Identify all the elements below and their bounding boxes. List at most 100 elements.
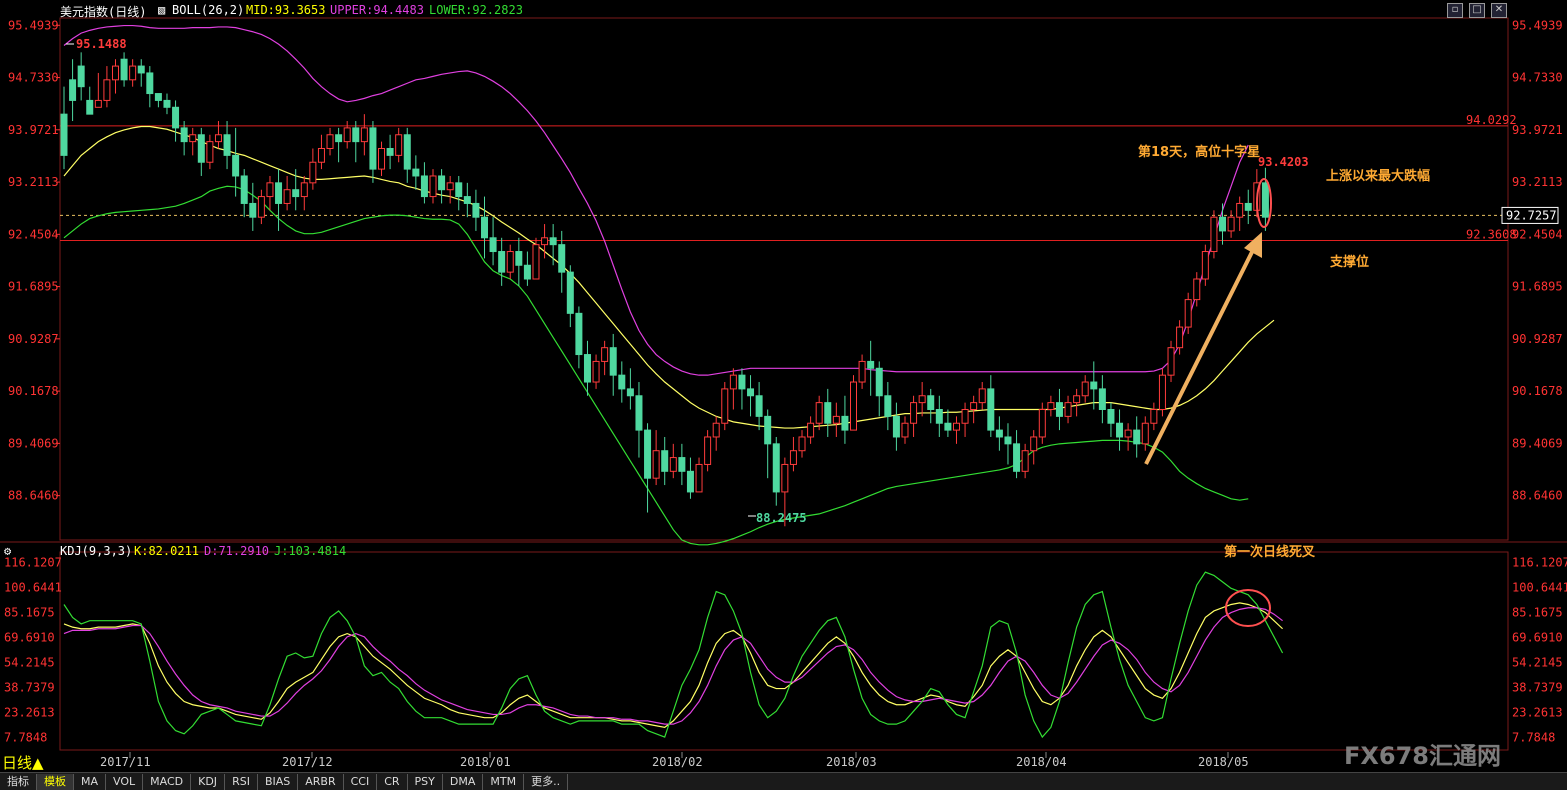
candle-body: [129, 65, 137, 81]
candle-body: [489, 237, 497, 253]
candle-body: [360, 127, 368, 143]
current-price-value: 92.7257: [1506, 208, 1557, 222]
y-tick-right-5: 91.6895: [1512, 280, 1563, 294]
candle-body: [154, 93, 162, 101]
kdj-d-value: D:71.2910: [204, 544, 270, 558]
tab-6[interactable]: RSI: [225, 773, 258, 790]
candle-body: [309, 161, 317, 184]
kdj-tick-left-1: 100.6441: [4, 580, 62, 594]
kdj-tick-left-2: 85.1675: [4, 605, 55, 619]
candle-body: [523, 264, 531, 280]
y-tick-right-3: 93.2113: [1512, 175, 1563, 189]
kdj-tick-left-6: 23.2613: [4, 705, 55, 719]
recent-high-label: 93.4203: [1258, 155, 1309, 169]
candle-body: [317, 148, 325, 163]
death-cross-note: 第一次日线死叉: [1224, 544, 1316, 560]
kdj-line-j: [63, 571, 1284, 739]
tab-1[interactable]: 模板: [37, 773, 74, 790]
candle-body: [343, 127, 351, 143]
candle-body: [635, 395, 643, 431]
candle-body: [952, 422, 960, 431]
candle-body: [987, 388, 995, 431]
price-and-kdj-chart[interactable]: 95.4939 95.4939 94.7330 94.7330 93.9721 93.97…: [0, 0, 1567, 789]
kdj-tick-right-0: 116.1207: [1512, 555, 1567, 569]
candle-body: [961, 409, 969, 424]
period-selector[interactable]: 日线▲: [2, 752, 44, 773]
y-tick-left-5: 91.6895: [8, 280, 59, 294]
tab-11[interactable]: PSY: [408, 773, 443, 790]
tab-2[interactable]: MA: [74, 773, 107, 790]
indicator-tabs: 指标 模板 MA VOL MACD KDJ RSI BIAS ARBR CCI CR PSY DMA MT…: [0, 772, 1567, 790]
tab-13[interactable]: MTM: [483, 773, 525, 790]
candle-body: [480, 216, 488, 239]
candle-body: [498, 251, 506, 273]
high-label: 95.1488: [76, 37, 127, 51]
candle-body: [455, 182, 463, 198]
x-tick-0: 2017/11: [100, 755, 151, 769]
candle-body: [1047, 402, 1055, 411]
candle-body: [146, 72, 154, 95]
candle-body: [206, 141, 214, 163]
hline-label-0: 94.0292: [1466, 113, 1517, 127]
candle-body: [901, 422, 909, 438]
tab-12[interactable]: DMA: [443, 773, 484, 790]
candle-body: [1184, 299, 1192, 328]
candle-body: [378, 148, 386, 170]
candle-body: [249, 202, 257, 218]
kdj-label: KDJ(9,3,3): [60, 544, 133, 558]
x-tick-2: 2018/01: [460, 755, 511, 769]
candle-body: [352, 127, 360, 143]
kdj-tick-left-3: 69.6910: [4, 630, 55, 644]
candle-body: [575, 312, 583, 356]
kdj-pane-frame: [59, 551, 1509, 751]
candle-body: [446, 182, 454, 191]
kdj-tick-right-6: 23.2613: [1512, 705, 1563, 719]
y-tick-right-0: 95.4939: [1512, 18, 1563, 32]
candle-body: [1261, 182, 1269, 218]
candle-body: [1055, 402, 1063, 417]
boll-lower-value: LOWER:92.2823: [429, 3, 523, 17]
candle-body: [163, 99, 171, 108]
candle-body: [69, 79, 77, 101]
tab-10[interactable]: CR: [377, 773, 408, 790]
candle-body: [257, 196, 265, 218]
tab-0[interactable]: 指标: [0, 773, 37, 790]
boll-mid-value: MID:93.3653: [246, 3, 326, 17]
tab-3[interactable]: VOL: [106, 773, 144, 790]
y-tick-right-1: 94.7330: [1512, 71, 1563, 85]
candle-body: [1193, 278, 1201, 301]
kdj-settings-icon[interactable]: ⚙: [4, 544, 11, 558]
y-tick-right-9: 88.6460: [1512, 489, 1563, 503]
tab-4[interactable]: MACD: [143, 773, 192, 790]
candle-body: [764, 415, 772, 445]
candle-body: [781, 463, 789, 493]
kdj-tick-right-4: 54.2145: [1512, 655, 1563, 669]
tab-9[interactable]: CCI: [344, 773, 378, 790]
restore-window-icon[interactable]: ▫: [1447, 3, 1463, 18]
kdj-k-value: K:82.0211: [134, 544, 200, 558]
tab-5[interactable]: KDJ: [191, 773, 226, 790]
candle-body: [798, 436, 806, 452]
candle-body: [266, 182, 274, 198]
tab-7[interactable]: BIAS: [258, 773, 299, 790]
kdj-tick-right-1: 100.6441: [1512, 580, 1567, 594]
watermark-logo: FX678汇通网: [1344, 742, 1501, 770]
tab-14[interactable]: 更多..: [524, 773, 569, 790]
candle-body: [300, 182, 308, 198]
candle-body: [626, 388, 634, 397]
candle-body: [172, 106, 180, 129]
candle-body: [875, 367, 883, 397]
candle-body: [438, 175, 446, 191]
candle-body: [1064, 402, 1072, 417]
candle-body: [669, 457, 677, 472]
candle-body: [1021, 450, 1029, 472]
close-window-icon[interactable]: ✕: [1491, 3, 1507, 18]
candle-body: [1236, 202, 1244, 218]
candle-body: [429, 175, 437, 198]
tab-8[interactable]: ARBR: [298, 773, 344, 790]
candle-body: [1004, 436, 1012, 445]
candle-body: [978, 388, 986, 404]
maximize-window-icon[interactable]: □: [1469, 3, 1485, 18]
candle-body: [884, 395, 892, 417]
candle-body: [1158, 374, 1166, 411]
